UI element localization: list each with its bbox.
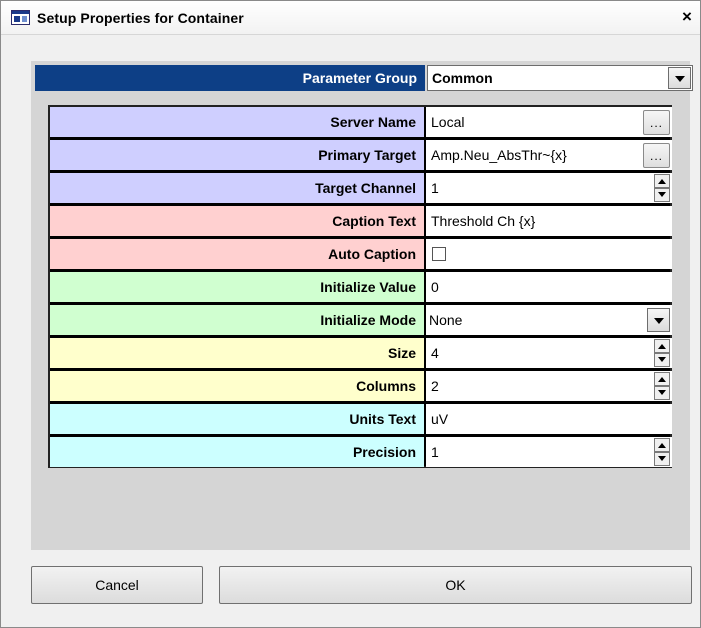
parameter-group-label: Parameter Group: [35, 65, 425, 91]
property-label: Initialize Mode: [50, 305, 424, 335]
units-text-field[interactable]: uV: [426, 404, 672, 434]
chevron-down-icon[interactable]: [668, 67, 691, 89]
primary-target-field[interactable]: Amp.Neu_AbsThr~{x} ...: [426, 140, 672, 170]
spinner[interactable]: [654, 438, 670, 466]
size-field[interactable]: 4: [426, 338, 672, 368]
property-row-columns: Columns 2: [50, 371, 672, 402]
close-icon[interactable]: ×: [678, 7, 696, 27]
spinner[interactable]: [654, 339, 670, 367]
property-label: Columns: [50, 371, 424, 401]
property-value: Local: [431, 114, 465, 130]
property-label: Initialize Value: [50, 272, 424, 302]
server-name-field[interactable]: Local ...: [426, 107, 672, 137]
title-bar[interactable]: Setup Properties for Container ×: [1, 1, 700, 35]
initialize-mode-select[interactable]: None: [426, 305, 672, 335]
property-label: Caption Text: [50, 206, 424, 236]
spin-down-icon[interactable]: [654, 353, 670, 367]
property-value: 4: [431, 345, 439, 361]
property-label: Auto Caption: [50, 239, 424, 269]
property-grid: Server Name Local ... Primary Target Amp…: [48, 105, 672, 468]
property-row-auto-caption: Auto Caption: [50, 239, 672, 270]
chevron-down-icon[interactable]: [647, 308, 670, 332]
property-row-primary-target: Primary Target Amp.Neu_AbsThr~{x} ...: [50, 140, 672, 171]
spin-up-icon[interactable]: [654, 339, 670, 353]
browse-button[interactable]: ...: [643, 143, 670, 168]
property-row-target-channel: Target Channel 1: [50, 173, 672, 204]
property-label: Server Name: [50, 107, 424, 137]
property-value: None: [429, 312, 463, 328]
parameter-group-select[interactable]: Common: [427, 65, 693, 91]
auto-caption-cell: [426, 239, 672, 269]
precision-field[interactable]: 1: [426, 437, 672, 467]
property-label: Precision: [50, 437, 424, 467]
property-value: Amp.Neu_AbsThr~{x}: [431, 147, 567, 163]
property-row-size: Size 4: [50, 338, 672, 369]
spin-down-icon[interactable]: [654, 386, 670, 400]
dialog-title: Setup Properties for Container: [37, 10, 244, 26]
setup-properties-dialog: Setup Properties for Container × Paramet…: [0, 0, 701, 628]
property-label: Primary Target: [50, 140, 424, 170]
spin-down-icon[interactable]: [654, 188, 670, 202]
property-value: 1: [431, 180, 439, 196]
property-row-initialize-value: Initialize Value 0: [50, 272, 672, 303]
property-row-initialize-mode: Initialize Mode None: [50, 305, 672, 336]
spin-up-icon[interactable]: [654, 438, 670, 452]
auto-caption-checkbox[interactable]: [432, 247, 446, 261]
property-label: Target Channel: [50, 173, 424, 203]
property-value: 0: [431, 279, 439, 295]
property-value: Threshold Ch {x}: [431, 213, 536, 229]
spin-up-icon[interactable]: [654, 372, 670, 386]
ok-button[interactable]: OK: [219, 566, 692, 604]
property-value: 1: [431, 444, 439, 460]
property-row-caption-text: Caption Text Threshold Ch {x}: [50, 206, 672, 237]
property-label: Size: [50, 338, 424, 368]
spin-up-icon[interactable]: [654, 174, 670, 188]
property-value: uV: [431, 411, 449, 427]
property-row-precision: Precision 1: [50, 437, 672, 468]
spin-down-icon[interactable]: [654, 452, 670, 466]
parameter-group-value: Common: [432, 70, 493, 86]
window-icon: [11, 10, 30, 25]
property-label: Units Text: [50, 404, 424, 434]
spinner[interactable]: [654, 372, 670, 400]
target-channel-field[interactable]: 1: [426, 173, 672, 203]
property-row-units-text: Units Text uV: [50, 404, 672, 435]
property-value: 2: [431, 378, 439, 394]
caption-text-field[interactable]: Threshold Ch {x}: [426, 206, 672, 236]
initialize-value-field[interactable]: 0: [426, 272, 672, 302]
spinner[interactable]: [654, 174, 670, 202]
property-row-server-name: Server Name Local ...: [50, 107, 672, 138]
cancel-button[interactable]: Cancel: [31, 566, 203, 604]
browse-button[interactable]: ...: [643, 110, 670, 135]
columns-field[interactable]: 2: [426, 371, 672, 401]
